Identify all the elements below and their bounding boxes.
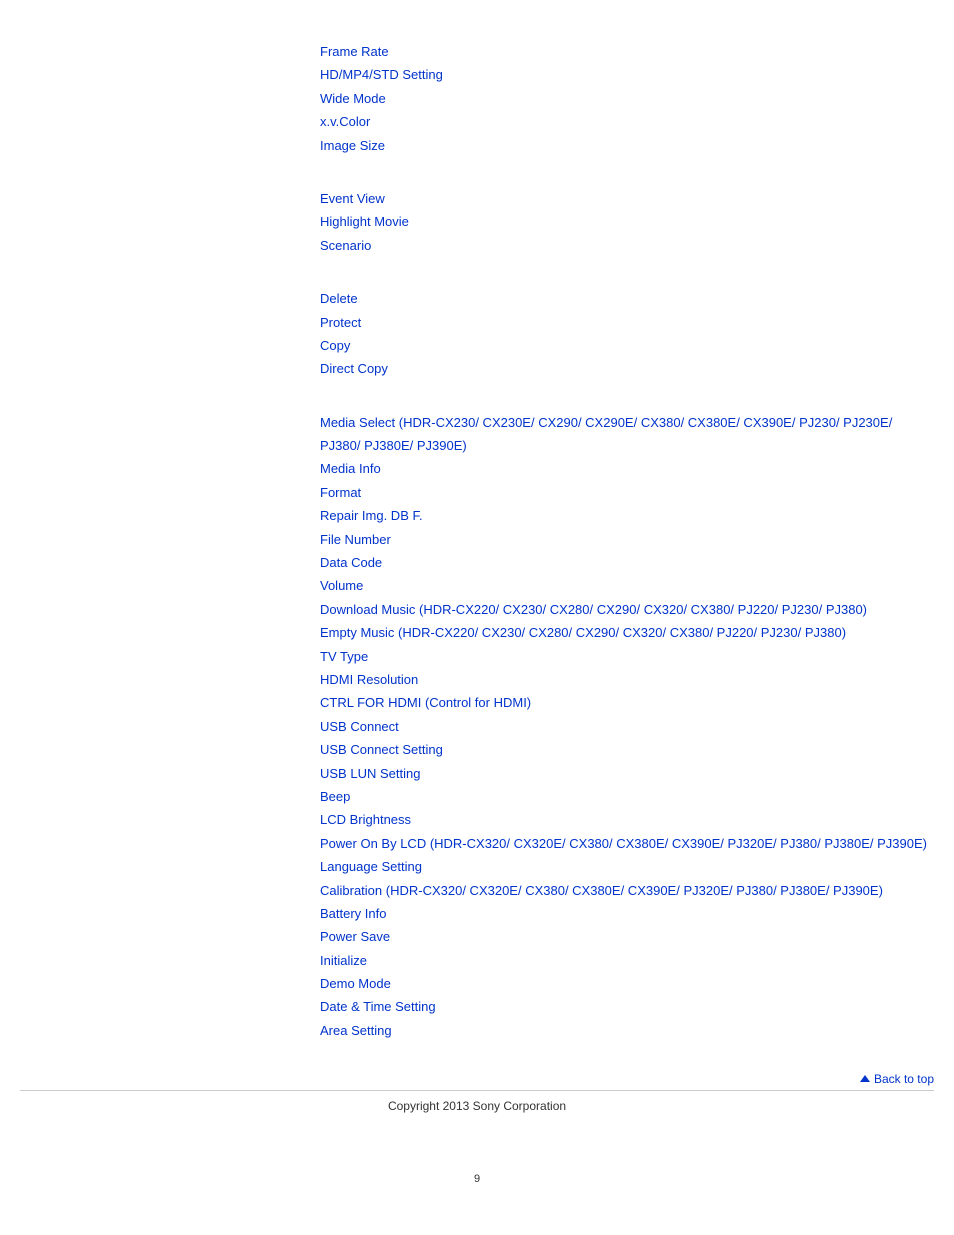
link-power-on-by-lcd[interactable]: Power On By LCD (HDR-CX320/ CX320E/ CX38… [320, 832, 934, 855]
link-volume[interactable]: Volume [320, 574, 934, 597]
footer-area: Back to top Copyright 2013 Sony Corporat… [0, 1072, 954, 1205]
link-power-save[interactable]: Power Save [320, 925, 934, 948]
link-repair-img-db-f[interactable]: Repair Img. DB F. [320, 504, 934, 527]
link-usb-lun-setting[interactable]: USB LUN Setting [320, 762, 934, 785]
back-to-top-label: Back to top [874, 1072, 934, 1086]
link-delete[interactable]: Delete [320, 287, 934, 310]
link-date-time-setting[interactable]: Date & Time Setting [320, 995, 934, 1018]
link-copy[interactable]: Copy [320, 334, 934, 357]
link-direct-copy[interactable]: Direct Copy [320, 357, 934, 380]
link-file-number[interactable]: File Number [320, 528, 934, 551]
link-tv-type[interactable]: TV Type [320, 645, 934, 668]
page: Frame Rate HD/MP4/STD Setting Wide Mode … [0, 0, 954, 1235]
link-initialize[interactable]: Initialize [320, 949, 934, 972]
link-download-music[interactable]: Download Music (HDR-CX220/ CX230/ CX280/… [320, 598, 934, 621]
link-protect[interactable]: Protect [320, 311, 934, 334]
link-ctrl-for-hdmi[interactable]: CTRL FOR HDMI (Control for HDMI) [320, 691, 934, 714]
link-frame-rate[interactable]: Frame Rate [320, 40, 934, 63]
link-format[interactable]: Format [320, 481, 934, 504]
link-group-1: Frame Rate HD/MP4/STD Setting Wide Mode … [320, 40, 934, 157]
copyright-text: Copyright 2013 Sony Corporation [0, 1091, 954, 1153]
link-demo-mode[interactable]: Demo Mode [320, 972, 934, 995]
link-group-3: Delete Protect Copy Direct Copy [320, 287, 934, 381]
link-area-setting[interactable]: Area Setting [320, 1019, 934, 1042]
back-to-top-link[interactable]: Back to top [0, 1072, 954, 1090]
link-hd-mp4-std-setting[interactable]: HD/MP4/STD Setting [320, 63, 934, 86]
link-beep[interactable]: Beep [320, 785, 934, 808]
link-language-setting[interactable]: Language Setting [320, 855, 934, 878]
link-media-info[interactable]: Media Info [320, 457, 934, 480]
link-wide-mode[interactable]: Wide Mode [320, 87, 934, 110]
content-area: Frame Rate HD/MP4/STD Setting Wide Mode … [0, 0, 954, 1042]
link-scenario[interactable]: Scenario [320, 234, 934, 257]
link-calibration[interactable]: Calibration (HDR-CX320/ CX320E/ CX380/ C… [320, 879, 934, 902]
link-hdmi-resolution[interactable]: HDMI Resolution [320, 668, 934, 691]
link-event-view[interactable]: Event View [320, 187, 934, 210]
link-group-2: Event View Highlight Movie Scenario [320, 187, 934, 257]
link-empty-music[interactable]: Empty Music (HDR-CX220/ CX230/ CX280/ CX… [320, 621, 934, 644]
link-xvcolor[interactable]: x.v.Color [320, 110, 934, 133]
link-data-code[interactable]: Data Code [320, 551, 934, 574]
page-number: 9 [0, 1153, 954, 1205]
link-highlight-movie[interactable]: Highlight Movie [320, 210, 934, 233]
link-lcd-brightness[interactable]: LCD Brightness [320, 808, 934, 831]
up-triangle-icon [860, 1075, 870, 1082]
link-usb-connect-setting[interactable]: USB Connect Setting [320, 738, 934, 761]
link-battery-info[interactable]: Battery Info [320, 902, 934, 925]
link-group-4: Media Select (HDR-CX230/ CX230E/ CX290/ … [320, 411, 934, 1043]
link-image-size[interactable]: Image Size [320, 134, 934, 157]
link-usb-connect[interactable]: USB Connect [320, 715, 934, 738]
link-media-select[interactable]: Media Select (HDR-CX230/ CX230E/ CX290/ … [320, 411, 934, 458]
